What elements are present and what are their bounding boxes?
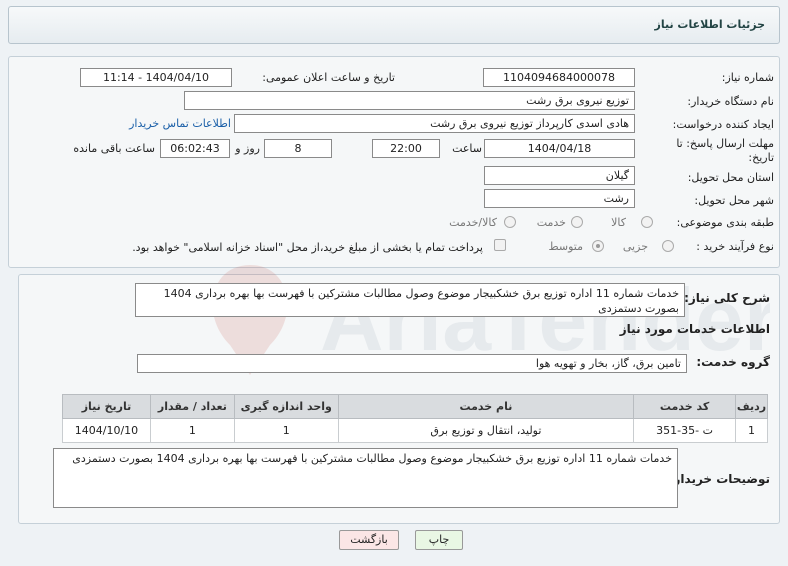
treasury-payment-checkbox[interactable] xyxy=(494,239,506,251)
deadline-hour-label: ساعت xyxy=(452,142,482,155)
purchase-minor-radio[interactable] xyxy=(662,240,674,252)
deadline-label: مهلت ارسال پاسخ: تا تاریخ: xyxy=(676,137,774,164)
cell-row-number: 1 xyxy=(735,418,768,443)
deadline-date-field: 1404/04/18 xyxy=(484,139,635,158)
page-title: جزئیات اطلاعات نیاز xyxy=(654,18,766,31)
creator-label: ایجاد کننده درخواست: xyxy=(672,118,774,131)
province-field: گیلان xyxy=(484,166,635,185)
category-goods-radio[interactable] xyxy=(641,216,653,228)
purchase-medium-label: متوسط xyxy=(548,240,583,253)
category-goods-label: کالا xyxy=(611,216,626,229)
announce-date-field: 1404/04/10 - 11:14 xyxy=(80,68,232,87)
category-goods-service-radio[interactable] xyxy=(504,216,516,228)
city-field: رشت xyxy=(484,189,635,208)
cell-need-date: 1404/10/10 xyxy=(62,418,151,443)
buyer-notes-label: توضیحات خریدار: xyxy=(668,472,770,486)
col-unit: واحد اندازه گیری xyxy=(233,394,339,419)
col-need-date: تاریخ نیاز xyxy=(62,394,151,419)
remaining-time-field: 06:02:43 xyxy=(160,139,230,158)
buyer-field: توزیع نیروی برق رشت xyxy=(184,91,635,110)
category-label: طبقه بندی موضوعی: xyxy=(676,216,774,229)
days-label: روز و xyxy=(235,142,260,155)
services-section-title: اطلاعات خدمات مورد نیاز xyxy=(619,322,770,336)
cell-quantity: 1 xyxy=(149,418,235,443)
creator-field: هادی اسدی کارپرداز توزیع نیروی برق رشت xyxy=(234,114,635,133)
remaining-time-label: ساعت باقی مانده xyxy=(73,142,155,155)
services-table-wrap: ردیف کد خدمت نام خدمت واحد اندازه گیری ت… xyxy=(62,394,768,443)
details-panel xyxy=(8,56,780,268)
buyer-contact-link[interactable]: اطلاعات تماس خریدار xyxy=(129,117,231,130)
cell-unit: 1 xyxy=(233,418,339,443)
col-service-code: کد خدمت xyxy=(633,394,737,419)
service-group-label: گروه خدمت: xyxy=(696,355,770,369)
days-remaining-field: 8 xyxy=(264,139,332,158)
purchase-type-label: نوع فرآیند خرید : xyxy=(696,240,774,253)
cell-service-name: تولید، انتقال و توزیع برق xyxy=(337,418,635,443)
purchase-minor-label: جزیی xyxy=(622,240,648,253)
table-row[interactable]: 1 ت -35-351 تولید، انتقال و توزیع برق 1 … xyxy=(62,418,768,443)
print-button[interactable]: چاپ xyxy=(415,530,463,550)
announce-date-label: تاریخ و ساعت اعلان عمومی: xyxy=(262,71,395,84)
description-text[interactable]: خدمات شماره 11 اداره توزیع برق خشکبیجار … xyxy=(135,283,685,317)
deadline-time-field: 22:00 xyxy=(372,139,440,158)
need-number-field: 1104094684000078 xyxy=(483,68,635,87)
table-header-row: ردیف کد خدمت نام خدمت واحد اندازه گیری ت… xyxy=(62,394,768,419)
province-label: استان محل تحویل: xyxy=(687,171,774,184)
buyer-notes-text[interactable]: خدمات شماره 11 اداره توزیع برق خشکبیجار … xyxy=(53,448,678,508)
buyer-label: نام دستگاه خریدار: xyxy=(687,95,774,108)
col-row-number: ردیف xyxy=(735,394,768,419)
need-number-label: شماره نیاز: xyxy=(721,71,774,84)
col-service-name: نام خدمت xyxy=(337,394,635,419)
services-table: ردیف کد خدمت نام خدمت واحد اندازه گیری ت… xyxy=(62,394,768,443)
treasury-payment-note: پرداخت تمام یا بخشی از مبلغ خرید،از محل … xyxy=(132,241,483,254)
col-quantity: تعداد / مقدار xyxy=(149,394,235,419)
description-label: شرح کلی نیاز: xyxy=(684,291,770,305)
city-label: شهر محل تحویل: xyxy=(694,194,774,207)
category-goods-service-label: کالا/خدمت xyxy=(449,216,497,229)
category-service-radio[interactable] xyxy=(571,216,583,228)
back-button[interactable]: بازگشت xyxy=(339,530,399,550)
service-group-field: تامین برق، گاز، بخار و تهویه هوا xyxy=(137,354,687,373)
purchase-medium-radio[interactable] xyxy=(592,240,604,252)
cell-service-code: ت -35-351 xyxy=(633,418,737,443)
category-service-label: خدمت xyxy=(536,216,566,229)
page-header: جزئیات اطلاعات نیاز xyxy=(8,6,780,44)
